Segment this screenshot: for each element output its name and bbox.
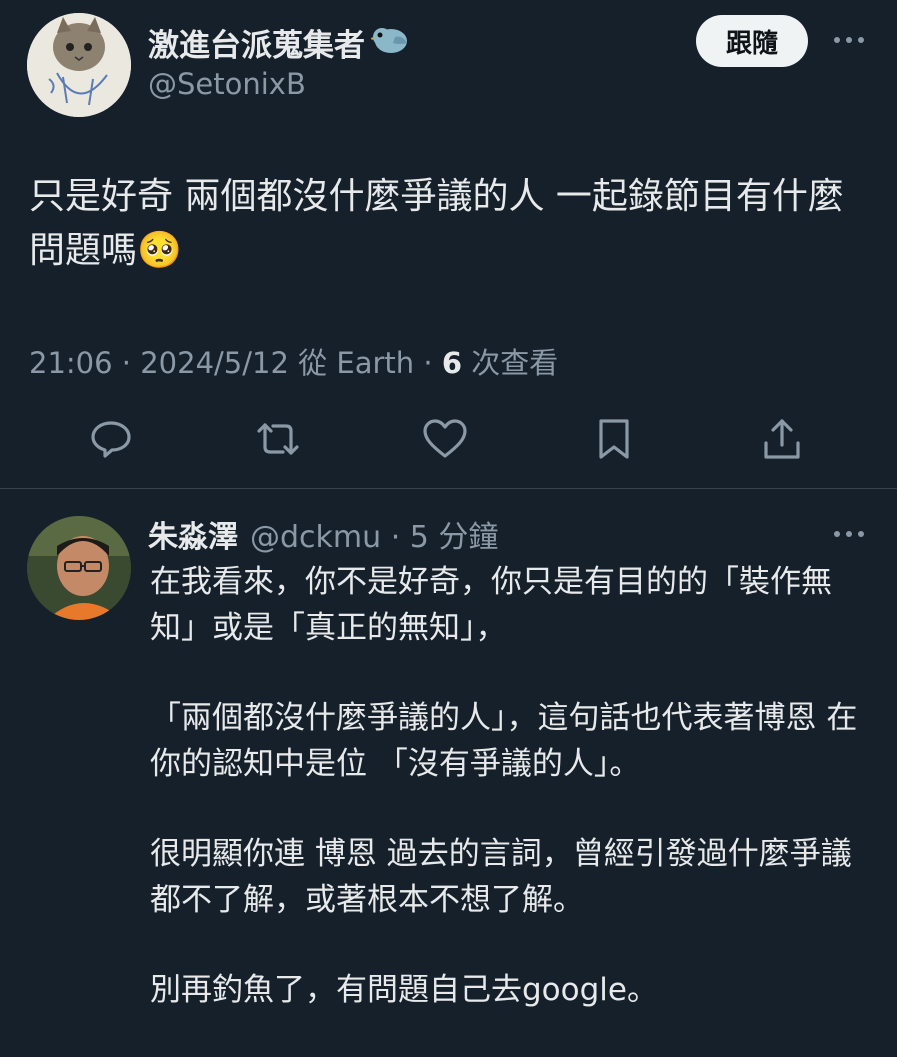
action-bar [0, 414, 897, 466]
tweet-meta: 21:06 · 2024/5/12 從 Earth · 6 次查看 [29, 346, 559, 380]
views-count: 6 [441, 346, 462, 380]
bookmark-icon[interactable] [589, 414, 639, 464]
reply-paragraph: 很明顯你連 博恩 過去的言詞，曾經引發過什麼爭議都不了解，或著根本不想了解。 [150, 836, 852, 918]
divider [0, 488, 897, 489]
tweet-date: 2024/5/12 [140, 346, 289, 380]
reply-author-name[interactable]: 朱淼澤 [148, 512, 238, 556]
reply-text: 在我看來，你不是好奇，你只是有目的的「裝作無知」或是「真正的無知」， 「兩個都沒… [150, 559, 870, 1057]
author-name[interactable]: 激進台派蒐集者 [148, 20, 365, 65]
reply-handle[interactable]: @dckmu [250, 520, 381, 555]
more-icon[interactable] [830, 26, 868, 54]
author-name-row[interactable]: 激進台派蒐集者 [148, 20, 409, 65]
reply-age[interactable]: 5 分鐘 [410, 520, 499, 555]
bird-emoji-icon [369, 23, 409, 63]
retweet-icon[interactable] [253, 414, 303, 464]
reply-paragraph: 別再釣魚了，有問題自己去google。 [150, 972, 658, 1008]
tweet-text: 只是好奇 兩個都沒什麼爭議的人 一起錄節目有什麼問題嗎🥺 [29, 176, 844, 271]
reply-paragraph: 在我看來，你不是好奇，你只是有目的的「裝作無知」或是「真正的無知」， [150, 564, 832, 646]
author-avatar[interactable] [27, 13, 131, 117]
like-icon[interactable] [420, 414, 470, 464]
reply-avatar[interactable] [27, 516, 131, 620]
tweet-time: 21:06 [29, 346, 113, 380]
more-icon[interactable] [830, 520, 868, 548]
reply-paragraph: 「兩個都沒什麼爭議的人」，這句話也代表著博恩 在你的認知中是位 「沒有爭議的人」… [150, 700, 858, 782]
tweet-source: 從 Earth [298, 346, 415, 380]
reply-icon[interactable] [86, 414, 136, 464]
follow-button[interactable]: 跟隨 [696, 15, 808, 67]
author-handle[interactable]: @SetonixB [148, 67, 306, 101]
share-icon[interactable] [757, 414, 807, 464]
reply-header: 朱淼澤 @dckmu · 5 分鐘 [148, 512, 498, 556]
views-label: 次查看 [471, 346, 559, 380]
